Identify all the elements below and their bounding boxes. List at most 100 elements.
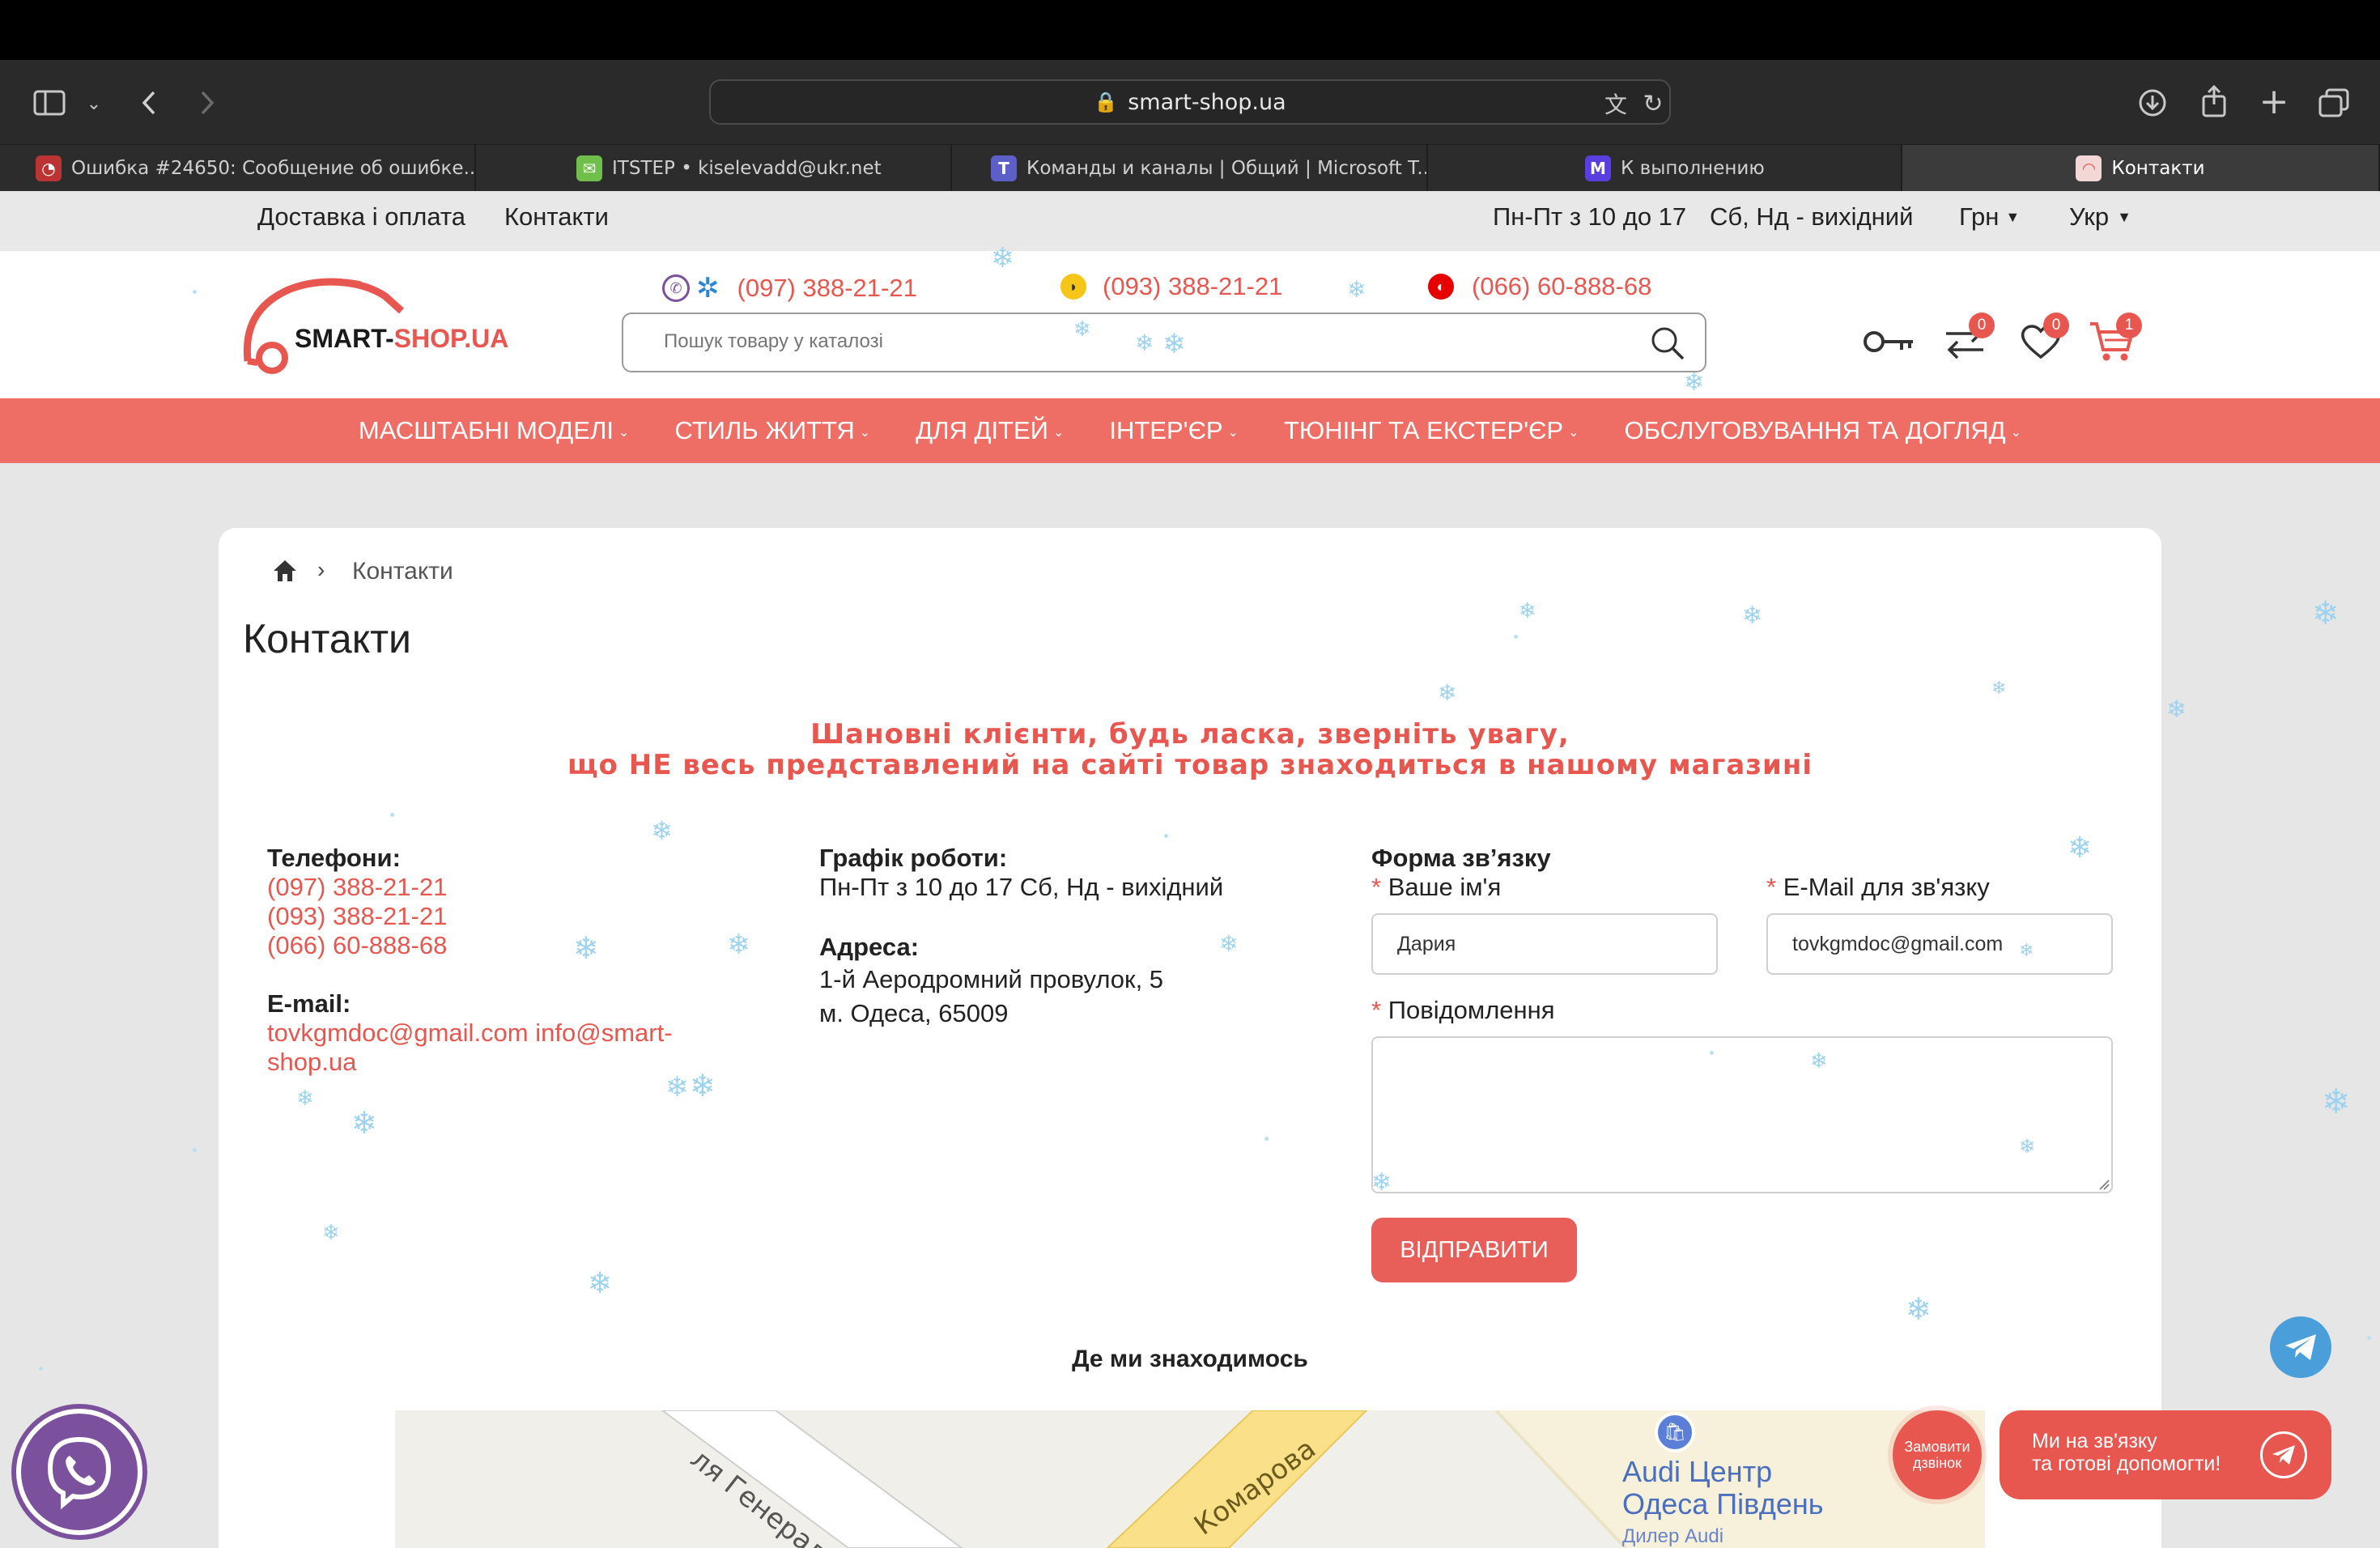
nav-label: ОБСЛУГОВУВАННЯ ТА ДОГЛЯД: [1624, 416, 2006, 444]
hours-weekdays: Пн-Пт з 10 до 17: [1493, 202, 1687, 231]
currency-select[interactable]: Грн ▼: [1959, 202, 2020, 232]
snow-dot: [390, 813, 394, 817]
telegram-button[interactable]: [2270, 1316, 2331, 1378]
new-tab-icon[interactable]: +: [2255, 81, 2293, 122]
tab-title: Команды и каналы | Общий | Microsoft T..…: [1026, 158, 1428, 179]
address-line: м. Одеса, 65009: [819, 999, 1009, 1027]
contacts-link[interactable]: Контакти: [504, 202, 609, 232]
snowflake-icon: ❄: [588, 1267, 613, 1300]
wishlist-count-badge: 0: [2043, 313, 2069, 338]
teams-icon: T: [991, 155, 1017, 181]
chevron-down-icon[interactable]: ⌄: [83, 87, 105, 120]
browser-tab[interactable]: T Команды и каналы | Общий | Microsoft T…: [952, 145, 1428, 192]
callback-button[interactable]: Замовити дзвінок: [1893, 1410, 1982, 1499]
lifecell-icon: ◗: [1060, 274, 1086, 300]
submit-button[interactable]: ВІДПРАВИТИ: [1371, 1218, 1577, 1282]
snowflake-icon: ❄: [1073, 317, 1091, 342]
browser-tab-active[interactable]: ◠ Контакти: [1902, 145, 2380, 192]
share-icon[interactable]: [2195, 81, 2233, 121]
snow-dot: [1514, 635, 1518, 639]
tasks-icon: M: [1585, 155, 1611, 181]
language-select[interactable]: Укр ▼: [2069, 202, 2131, 232]
snowflake-icon: ❄: [665, 1071, 689, 1104]
location-map[interactable]: ля Генерала Комарова 🛍 Audi Центр Одеса …: [395, 1410, 1985, 1548]
snowflake-icon: ❄: [2019, 1135, 2036, 1158]
nav-item-kids[interactable]: ДЛЯ ДІТЕЙ ⌄: [916, 416, 1064, 445]
snowflake-icon: ❄: [2166, 695, 2187, 724]
snowflake-icon: ❄: [573, 930, 599, 966]
phone-link[interactable]: (093) 388-21-21: [267, 902, 447, 931]
poi-name: Одеса Південь: [1622, 1487, 1824, 1520]
forward-icon[interactable]: [191, 84, 223, 121]
message-textarea[interactable]: [1371, 1036, 2113, 1193]
email-link[interactable]: shop.ua: [267, 1048, 356, 1077]
nav-item-interior[interactable]: ІНТЕР'ЄР ⌄: [1109, 416, 1239, 445]
email-input[interactable]: tovkgmdoc@gmail.com: [1766, 913, 2113, 975]
wishlist-heart-icon[interactable]: 0: [2016, 313, 2069, 366]
delivery-link[interactable]: Доставка і оплата: [257, 202, 465, 232]
chat-widget[interactable]: Ми на зв'язку та готові допомогти!: [2000, 1410, 2331, 1499]
viber-button[interactable]: [16, 1409, 142, 1535]
phone-number: (066) 60-888-68: [1472, 272, 1652, 300]
nav-item-tuning[interactable]: ТЮНІНГ ТА ЕКСТЕР'ЄР ⌄: [1284, 416, 1579, 445]
breadcrumb-separator-icon: ›: [317, 557, 325, 582]
main-navigation: МАСШТАБНІ МОДЕЛІ ⌄ СТИЛЬ ЖИТТЯ ⌄ ДЛЯ ДІТЕЙ…: [0, 398, 2380, 463]
nav-label: ТЮНІНГ ТА ЕКСТЕР'ЄР: [1283, 416, 1564, 444]
email-link[interactable]: tovkgmdoc@gmail.com info@smart-: [267, 1019, 673, 1048]
snowflake-icon: ❄: [1162, 328, 1186, 360]
mail-icon: ✉: [576, 155, 602, 181]
nav-label: ІНТЕР'ЄР: [1109, 416, 1223, 444]
poi-name: Audi Центр: [1622, 1455, 1773, 1488]
nav-label: ДЛЯ ДІТЕЙ: [916, 416, 1048, 444]
vodafone-icon: ◐: [1428, 274, 1454, 300]
search-icon[interactable]: [1650, 325, 1685, 361]
snowflake-icon: ❄: [2019, 941, 2034, 961]
snow-dot: [1264, 1137, 1269, 1141]
snowflake-icon: ❄: [351, 1105, 377, 1141]
snowflake-icon: ❄: [991, 242, 1014, 274]
tab-title: Контакти: [2111, 158, 2205, 179]
phone-kyivstar[interactable]: ✆ ✲ (097) 388-21-21: [662, 272, 917, 304]
cart-icon[interactable]: 1: [2087, 313, 2142, 366]
search-input[interactable]: [664, 330, 1554, 353]
browser-tab[interactable]: ✉ ITSTEP • kiselevadd@ukr.net: [476, 145, 952, 192]
phone-link[interactable]: (066) 60-888-68: [267, 931, 447, 960]
nav-item-lifestyle[interactable]: СТИЛЬ ЖИТТЯ ⌄: [674, 416, 870, 445]
chevron-down-icon: ⌄: [2010, 425, 2022, 440]
resize-handle-icon[interactable]: [2097, 1177, 2110, 1190]
snowflake-icon: ❄: [1135, 330, 1154, 356]
cart-count-badge: 1: [2116, 313, 2142, 338]
name-label: * Ваше ім'я: [1371, 873, 1501, 902]
sidebar-toggle-icon[interactable]: [31, 84, 68, 121]
caret-down-icon: ▼: [2117, 208, 2131, 225]
map-poi-marker-icon[interactable]: 🛍: [1655, 1412, 1695, 1452]
snow-dot: [193, 290, 197, 294]
snowflake-icon: ❄: [651, 815, 673, 846]
browser-tab[interactable]: ◔ Ошибка #24650: Сообщение об ошибке...: [0, 145, 476, 192]
tab-overview-icon[interactable]: [2315, 84, 2352, 121]
schedule-label: Графік роботи:: [819, 844, 1008, 872]
required-mark: *: [1371, 873, 1382, 901]
address-bar[interactable]: 🔒 smart-shop.ua: [709, 79, 1671, 125]
browser-tab[interactable]: M К выполнению: [1428, 145, 1902, 192]
nav-item-maintenance[interactable]: ОБСЛУГОВУВАННЯ ТА ДОГЛЯД ⌄: [1625, 416, 2022, 445]
snowflake-icon: ❄: [322, 1221, 340, 1245]
reload-icon[interactable]: ↻: [1637, 87, 1669, 120]
download-icon[interactable]: [2134, 84, 2171, 121]
chevron-down-icon: ⌄: [1227, 425, 1239, 440]
notice-banner: Шановні клієнти, будь ласка, зверніть ув…: [219, 719, 2161, 780]
nav-item-scale-models[interactable]: МАСШТАБНІ МОДЕЛІ ⌄: [359, 416, 629, 445]
home-icon[interactable]: [272, 559, 301, 586]
phone-vodafone[interactable]: ◐ (066) 60-888-68: [1428, 272, 1651, 301]
name-input[interactable]: Дария: [1371, 913, 1718, 975]
phone-lifecell[interactable]: ◗ (093) 388-21-21: [1060, 272, 1282, 301]
site-logo[interactable]: SMART-SHOP.UA: [240, 272, 508, 376]
translate-icon[interactable]: 文: [1600, 87, 1632, 120]
phone-link[interactable]: (097) 388-21-21: [267, 873, 447, 902]
required-mark: *: [1371, 996, 1382, 1024]
compare-icon[interactable]: 0: [1940, 313, 1995, 366]
back-icon[interactable]: [133, 84, 165, 121]
logo-text-red: SHOP.UA: [393, 324, 509, 353]
screen-top-bar: [0, 0, 2380, 60]
login-key-icon[interactable]: [1862, 317, 1917, 366]
